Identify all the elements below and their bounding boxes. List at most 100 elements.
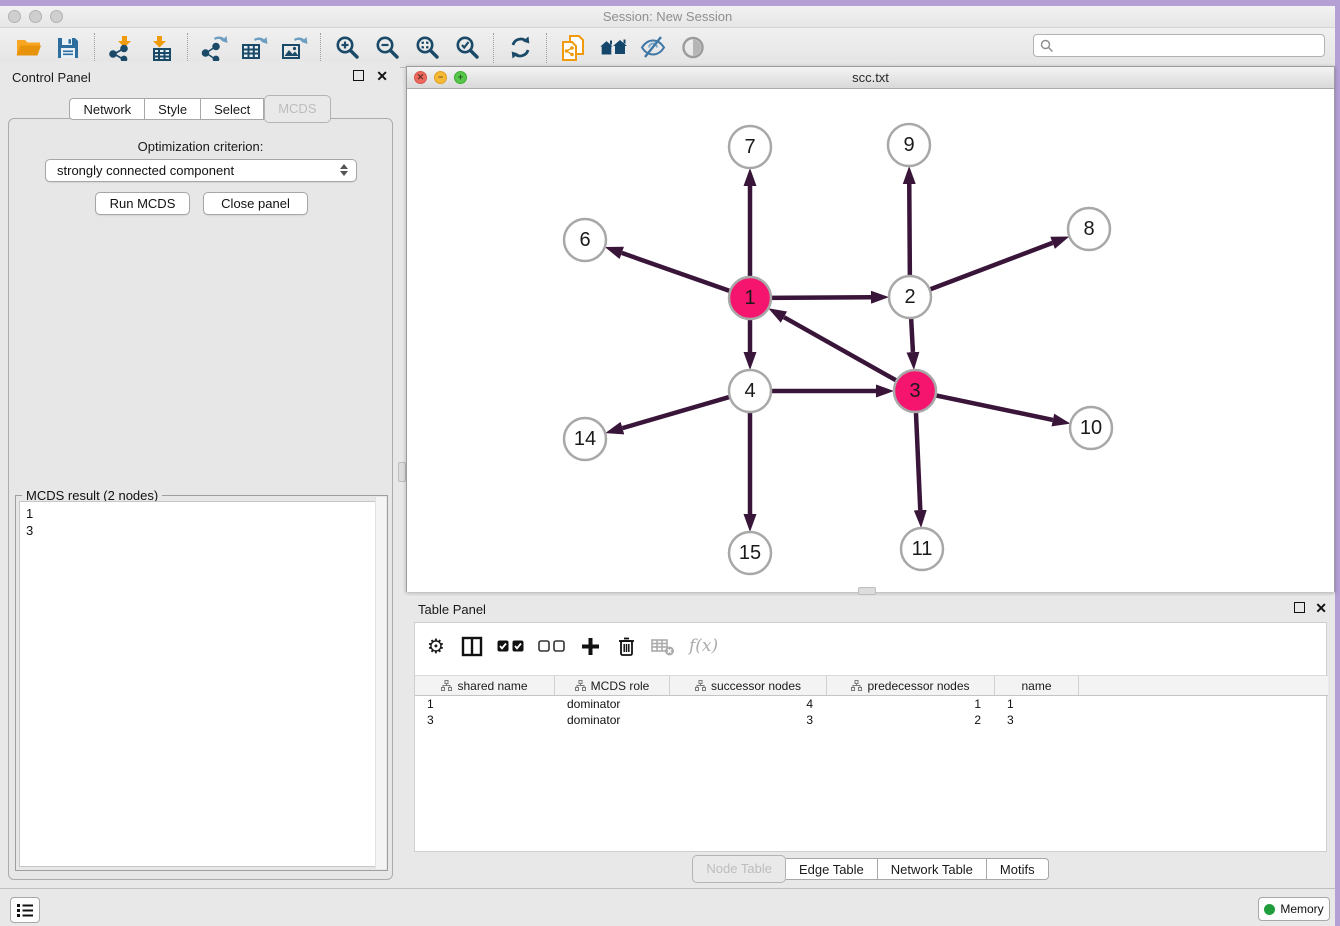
export-image-button[interactable] <box>274 31 314 65</box>
column-header-predecessor-nodes[interactable]: predecessor nodes <box>827 676 995 695</box>
export-network-button[interactable] <box>194 31 234 65</box>
zoom-out-button[interactable] <box>367 31 407 65</box>
graph-edge-1-6[interactable] <box>622 253 732 292</box>
zoom-in-button[interactable] <box>327 31 367 65</box>
graph-edge-1-2[interactable] <box>769 297 871 298</box>
graph-edge-4-14[interactable] <box>622 396 731 428</box>
run-mcds-button[interactable]: Run MCDS <box>95 192 190 215</box>
import-network-button[interactable] <box>101 31 141 65</box>
tab-edge-table[interactable]: Edge Table <box>786 858 878 880</box>
graph-node-2[interactable]: 2 <box>889 276 931 318</box>
graph-edge-3-11[interactable] <box>916 410 920 510</box>
settings-gear-button[interactable]: ⚙ <box>425 634 447 658</box>
float-panel-icon[interactable] <box>353 70 364 81</box>
graph-node-8[interactable]: 8 <box>1068 208 1110 250</box>
table-cell[interactable]: 3 <box>670 712 827 728</box>
zoom-fit-button[interactable] <box>407 31 447 65</box>
toolbar-separator <box>320 33 321 63</box>
graph-node-15[interactable]: 15 <box>729 532 771 574</box>
show-columns-button[interactable] <box>461 634 483 658</box>
graph-node-label: 11 <box>912 538 933 560</box>
vertical-splitter-handle[interactable] <box>398 462 406 482</box>
refresh-view-button[interactable] <box>500 31 540 65</box>
clone-network-button[interactable] <box>553 31 593 65</box>
tree-column-icon <box>575 680 586 691</box>
table-cell[interactable]: dominator <box>555 712 670 728</box>
close-panel-icon[interactable]: ✕ <box>376 70 388 82</box>
table-cell[interactable]: 1 <box>995 696 1079 712</box>
memory-button[interactable]: Memory <box>1258 897 1330 921</box>
graph-node-1[interactable]: 1 <box>729 277 771 319</box>
tab-style[interactable]: Style <box>145 98 201 120</box>
graph-edge-3-10[interactable] <box>934 395 1053 420</box>
task-history-button[interactable] <box>10 897 40 923</box>
search-input[interactable] <box>1054 39 1318 53</box>
select-all-button[interactable] <box>497 634 524 658</box>
table-cell[interactable]: 3 <box>995 712 1079 728</box>
graph-node-label: 9 <box>903 134 914 156</box>
network-canvas[interactable]: 1 2 3 4 6 7 8 9 10 11 14 15 <box>407 89 1334 592</box>
float-table-panel-icon[interactable] <box>1294 602 1305 613</box>
tree-column-icon <box>441 680 452 691</box>
column-header-shared-name[interactable]: shared name <box>415 676 555 695</box>
export-table-button[interactable] <box>234 31 274 65</box>
column-header-MCDS-role[interactable]: MCDS role <box>555 676 670 695</box>
graph-node-3[interactable]: 3 <box>894 370 936 412</box>
tab-mcds[interactable]: MCDS <box>264 95 330 123</box>
add-row-button[interactable] <box>579 634 601 658</box>
graph-edge-2-9[interactable] <box>909 184 910 278</box>
network-view-window: ✕ − + scc.txt 1234678910111415 <box>406 66 1335 592</box>
column-header-name[interactable]: name <box>995 676 1079 695</box>
zoom-selected-button[interactable] <box>447 31 487 65</box>
network-graph[interactable]: 1 2 3 4 6 7 8 9 10 11 14 15 <box>407 89 1334 592</box>
delete-rows-button[interactable] <box>615 634 637 658</box>
import-network-icon <box>108 35 134 61</box>
graph-node-9[interactable]: 9 <box>888 124 930 166</box>
graph-edge-3-1[interactable] <box>784 317 898 382</box>
graph-node-6[interactable]: 6 <box>564 219 606 261</box>
graph-node-14[interactable]: 14 <box>564 418 606 460</box>
table-cell[interactable]: 1 <box>827 696 995 712</box>
home-views-button[interactable] <box>593 31 633 65</box>
horizontal-splitter-handle[interactable] <box>858 587 876 595</box>
show-graphics-button[interactable] <box>673 31 713 65</box>
checked-box-icon <box>497 640 509 652</box>
hide-graphics-button[interactable] <box>633 31 673 65</box>
hide-graphics-icon <box>640 35 666 60</box>
close-table-panel-icon[interactable]: ✕ <box>1315 602 1327 614</box>
result-scrollbar[interactable] <box>375 497 386 869</box>
graph-edge-2-8[interactable] <box>928 243 1053 290</box>
graph-node-label: 4 <box>744 380 755 402</box>
save-session-button[interactable] <box>48 31 88 65</box>
export-image-icon <box>280 35 308 61</box>
search-field[interactable] <box>1033 34 1325 57</box>
delete-table-button[interactable] <box>651 634 675 658</box>
graph-node-10[interactable]: 10 <box>1070 407 1112 449</box>
table-cell[interactable]: 1 <box>415 696 555 712</box>
tab-motifs[interactable]: Motifs <box>987 858 1049 880</box>
tab-node-table[interactable]: Node Table <box>692 855 786 883</box>
table-cell[interactable]: 3 <box>415 712 555 728</box>
tab-network-table[interactable]: Network Table <box>878 858 987 880</box>
table-cell[interactable]: dominator <box>555 696 670 712</box>
criterion-dropdown[interactable]: strongly connected component <box>45 159 357 182</box>
deselect-all-button[interactable] <box>538 634 565 658</box>
table-row[interactable]: 3dominator323 <box>415 712 1328 728</box>
table-cell[interactable]: 4 <box>670 696 827 712</box>
tab-network[interactable]: Network <box>69 98 145 120</box>
table-cell[interactable]: 2 <box>827 712 995 728</box>
graph-edge-2-3[interactable] <box>911 316 913 352</box>
trash-icon <box>616 635 637 657</box>
table-row[interactable]: 1dominator411 <box>415 696 1328 712</box>
function-builder-button[interactable]: f(x) <box>689 634 718 658</box>
open-folder-button[interactable] <box>8 31 48 65</box>
graph-node-11[interactable]: 11 <box>901 528 943 570</box>
close-panel-button[interactable]: Close panel <box>203 192 308 215</box>
import-table-button[interactable] <box>141 31 181 65</box>
column-header-successor-nodes[interactable]: successor nodes <box>670 676 827 695</box>
mcds-result-textarea[interactable]: 1 3 <box>19 501 384 867</box>
fx-icon: f(x) <box>689 636 718 656</box>
graph-node-4[interactable]: 4 <box>729 370 771 412</box>
tab-select[interactable]: Select <box>201 98 264 120</box>
graph-node-7[interactable]: 7 <box>729 126 771 168</box>
